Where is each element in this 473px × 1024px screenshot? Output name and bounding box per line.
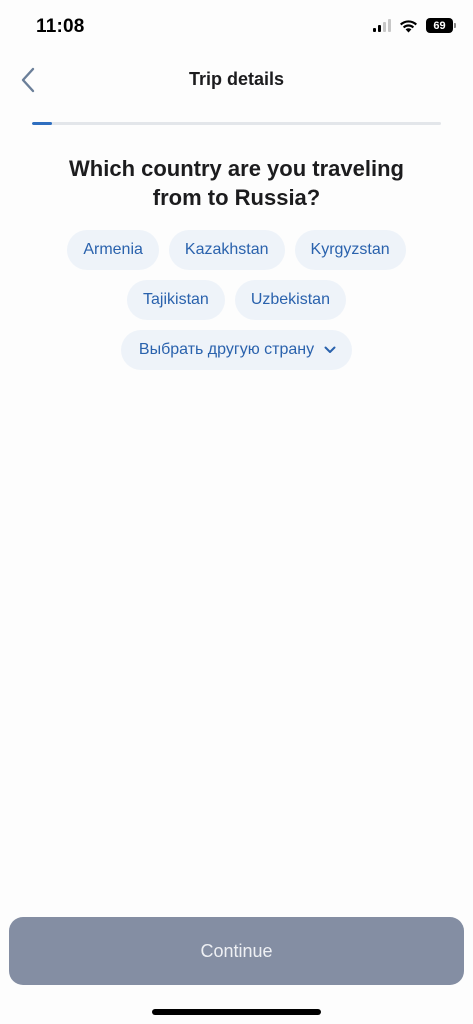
page-title: Trip details [188, 69, 285, 89]
country-options-row-1: Armenia Kazakhstan Kyrgyzstan [0, 230, 473, 270]
status-time: 11:08 [36, 16, 85, 37]
country-options-row-3: Выбрать другую страну [0, 330, 473, 370]
status-icons: 69 [373, 18, 456, 33]
home-indicator [152, 1009, 321, 1015]
other-country-label: Выбрать другую страну [138, 341, 315, 358]
continue-button[interactable]: Continue [9, 917, 464, 985]
chevron-down-icon [324, 346, 336, 354]
battery-icon: 69 [426, 18, 456, 33]
wifi-icon [400, 19, 417, 32]
header: Trip details [0, 56, 473, 104]
country-chip-kyrgyzstan[interactable]: Kyrgyzstan [294, 230, 406, 270]
country-chip-uzbekistan[interactable]: Uzbekistan [234, 280, 346, 320]
status-bar: 11:08 69 [0, 0, 473, 56]
signal-icon [373, 19, 391, 32]
progress-bar [32, 122, 441, 125]
country-chip-tajikistan[interactable]: Tajikistan [127, 280, 225, 320]
question-line-1: Which country are you traveling [69, 156, 404, 181]
question-heading: Which country are you traveling from to … [20, 154, 453, 212]
country-options-row-2: Tajikistan Uzbekistan [0, 280, 473, 320]
country-chip-armenia[interactable]: Armenia [67, 230, 159, 270]
country-chip-kazakhstan[interactable]: Kazakhstan [168, 230, 285, 270]
question-line-2: from to Russia? [152, 185, 321, 210]
progress-fill [32, 122, 53, 125]
other-country-dropdown[interactable]: Выбрать другую страну [120, 330, 353, 370]
